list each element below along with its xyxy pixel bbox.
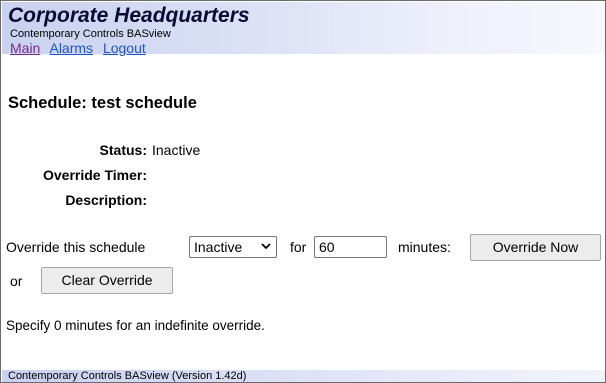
nav-link-logout[interactable]: Logout [103,40,146,56]
clear-override-button[interactable]: Clear Override [41,267,173,294]
override-prefix-label: Override this schedule [6,239,146,255]
minutes-label: minutes: [398,239,451,255]
top-nav: Main Alarms Logout [10,40,152,56]
page-frame: Corporate Headquarters Contemporary Cont… [0,0,606,383]
header-banner: Corporate Headquarters Contemporary Cont… [2,2,605,56]
chevron-down-icon [261,243,271,250]
site-subtitle: Contemporary Controls BASview [10,28,171,40]
nav-link-main[interactable]: Main [10,40,40,56]
override-now-button[interactable]: Override Now [470,234,601,261]
override-hint: Specify 0 minutes for an indefinite over… [6,318,265,333]
override-minutes-input[interactable]: 60 [314,236,387,258]
status-label: Status: [99,142,147,158]
override-state-value: Inactive [194,239,243,255]
override-state-select[interactable]: Inactive [189,236,277,258]
page-title: Schedule: test schedule [8,94,197,112]
description-label: Description: [65,192,147,208]
footer-banner: Contemporary Controls BASview (Version 1… [2,370,605,382]
footer-version: Contemporary Controls BASview (Version 1… [8,370,247,382]
site-title: Corporate Headquarters [8,4,250,27]
for-label: for [290,239,307,255]
nav-link-alarms[interactable]: Alarms [49,40,93,56]
status-value: Inactive [152,142,201,158]
override-timer-label: Override Timer: [42,167,147,183]
or-label: or [10,273,23,289]
